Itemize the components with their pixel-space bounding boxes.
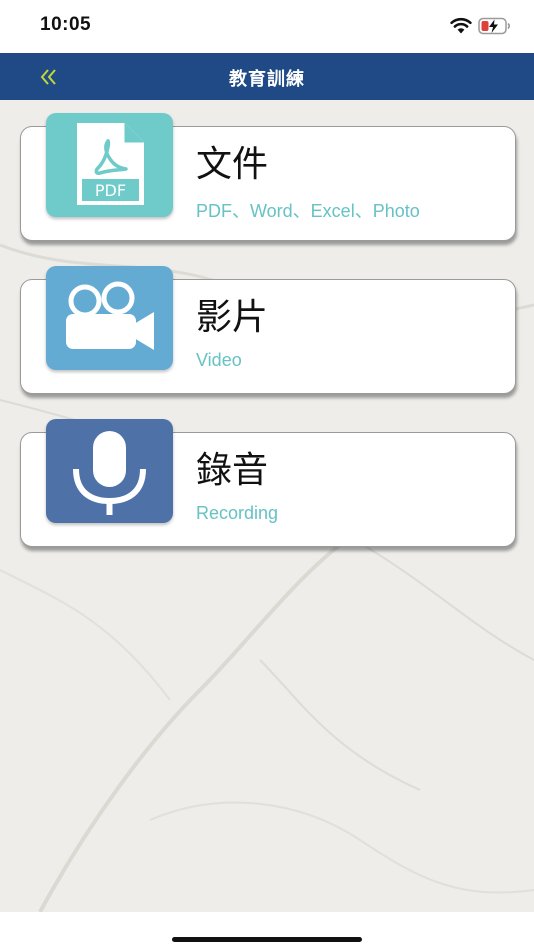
home-indicator[interactable] [172, 937, 362, 942]
card-title: 錄音 [196, 450, 269, 491]
card-subtitle: Video [196, 350, 242, 370]
microphone-icon [46, 419, 173, 523]
card-title: 文件 [196, 144, 269, 185]
video-camera-icon [46, 266, 173, 370]
battery-charging-icon [478, 17, 511, 35]
status-time: 10:05 [40, 14, 92, 35]
card-documents[interactable]: PDF 文件 PDF、Word、Excel、Photo [20, 113, 516, 241]
card-title: 影片 [196, 297, 269, 338]
nav-bar: 教育訓練 [0, 53, 534, 100]
wifi-icon [450, 17, 472, 34]
card-subtitle: PDF、Word、Excel、Photo [196, 201, 420, 221]
card-video[interactable]: 影片 Video [20, 266, 516, 394]
content-area: PDF 文件 PDF、Word、Excel、Photo 影片 Video 錄音 … [0, 100, 534, 912]
svg-text:PDF: PDF [95, 181, 126, 200]
bottom-bar [0, 912, 534, 950]
card-recording[interactable]: 錄音 Recording [20, 419, 516, 547]
card-subtitle: Recording [196, 503, 279, 523]
pdf-document-icon: PDF [46, 113, 173, 217]
status-bar: 10:05 [0, 0, 534, 53]
page-title: 教育訓練 [229, 69, 305, 90]
